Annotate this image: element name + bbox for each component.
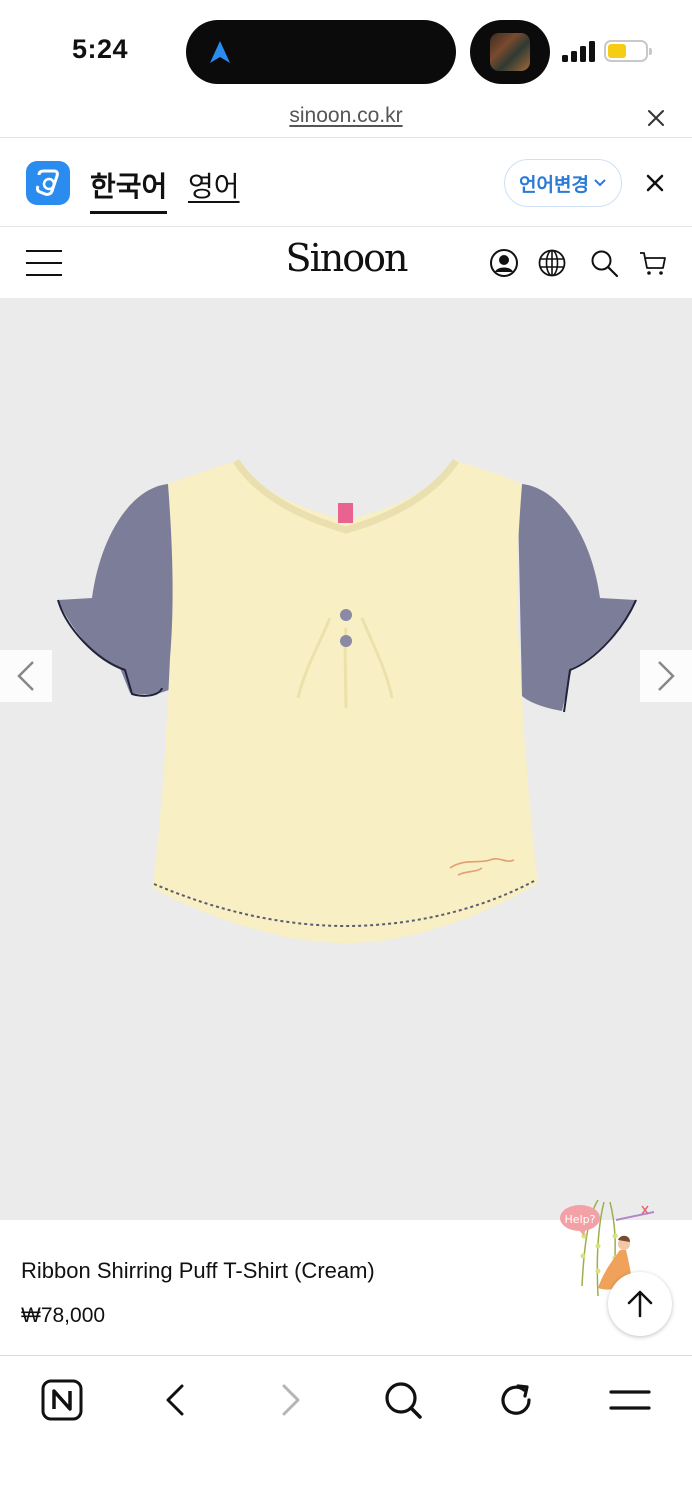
search-icon[interactable]: [381, 1378, 425, 1422]
browser-toolbar: [0, 1355, 692, 1500]
forward-icon: [282, 1384, 300, 1416]
tab-english[interactable]: 영어: [188, 165, 240, 205]
chevron-right-icon: [658, 661, 675, 691]
product-image: [57, 458, 637, 943]
reload-icon[interactable]: [494, 1378, 538, 1422]
chevron-left-icon: [17, 661, 34, 691]
product-name: Ribbon Shirring Puff T-Shirt (Cream): [21, 1258, 375, 1283]
menu-icon[interactable]: [608, 1378, 652, 1422]
arrow-up-icon: [627, 1290, 653, 1318]
site-header: Sinoon: [0, 228, 692, 298]
change-language-button[interactable]: 언어변경: [504, 159, 622, 207]
next-image-button[interactable]: [640, 650, 692, 702]
scroll-to-top-button[interactable]: [608, 1272, 672, 1336]
cellular-signal-icon: [562, 40, 596, 62]
chevron-down-icon: [594, 179, 606, 187]
url-bar[interactable]: sinoon.co.kr: [0, 100, 692, 138]
status-bar: 5:24: [0, 0, 692, 100]
product-price: ₩78,000: [21, 1304, 106, 1327]
navigation-arrow-icon: [210, 41, 230, 63]
help-label: Help?: [565, 1213, 596, 1226]
cart-icon[interactable]: [638, 248, 668, 278]
live-activity-thumbnail: [470, 20, 550, 84]
globe-icon[interactable]: [537, 248, 567, 278]
status-time: 5:24: [72, 34, 129, 64]
naver-home-icon[interactable]: [40, 1378, 84, 1422]
media-thumbnail: [490, 33, 530, 71]
change-language-label: 언어변경: [519, 174, 589, 196]
url-domain[interactable]: sinoon.co.kr: [0, 104, 692, 128]
account-icon[interactable]: [489, 248, 519, 278]
search-icon[interactable]: [589, 248, 619, 278]
battery-icon: [604, 40, 652, 62]
close-icon[interactable]: [646, 108, 666, 128]
close-translate-icon[interactable]: [645, 173, 665, 193]
product-info: Ribbon Shirring Puff T-Shirt (Cream) ₩78…: [0, 1199, 692, 1355]
product-image-carousel[interactable]: [0, 298, 692, 1220]
back-icon[interactable]: [154, 1378, 198, 1422]
dynamic-island: [186, 20, 456, 84]
translate-bar: 한국어 영어 언어변경: [0, 139, 692, 227]
previous-image-button[interactable]: [0, 650, 52, 702]
translate-logo-icon: [26, 161, 70, 205]
tab-korean[interactable]: 한국어: [90, 165, 168, 214]
